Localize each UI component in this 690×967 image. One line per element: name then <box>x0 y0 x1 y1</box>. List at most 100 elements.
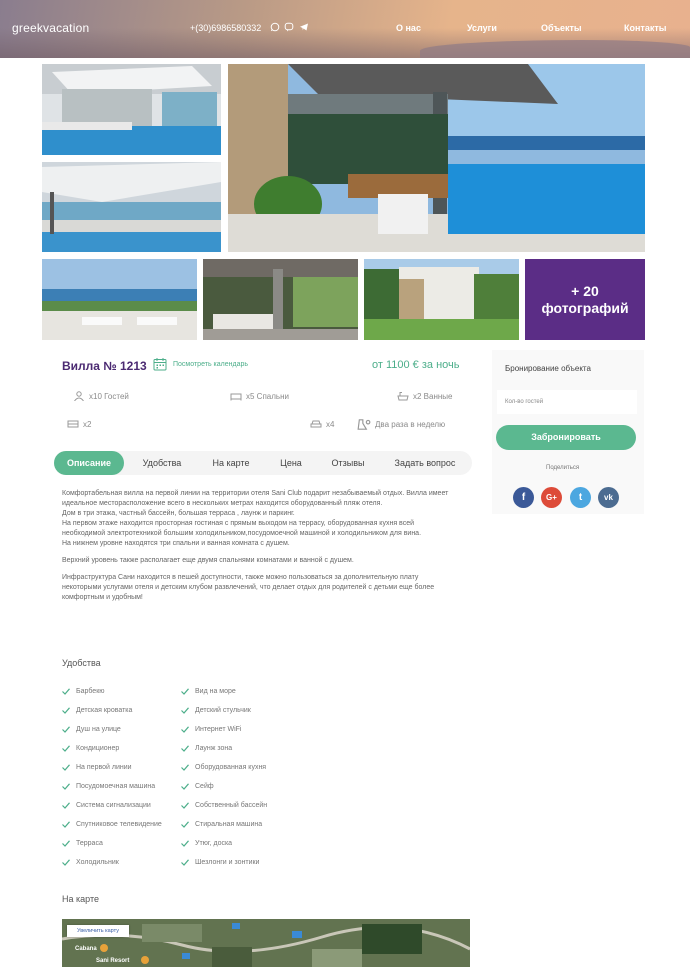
amenity-label: Стиральная машина <box>195 821 263 828</box>
amenity-label: Собственный бассейн <box>195 802 268 809</box>
tab-amenities[interactable]: Удобства <box>136 451 188 475</box>
check-icon <box>181 688 189 695</box>
tab-ask-question[interactable]: Задать вопрос <box>388 451 462 475</box>
amenity-label: Вид на море <box>195 688 236 695</box>
amenity-label: Детская кроватка <box>76 707 133 714</box>
feature-beds: x2 <box>67 419 91 429</box>
nav-objects[interactable]: Объекты <box>541 23 582 33</box>
amenity-item: Детская кроватка <box>62 707 132 714</box>
tab-price[interactable]: Цена <box>273 451 309 475</box>
check-icon <box>62 688 70 695</box>
amenities-title: Удобства <box>62 658 101 668</box>
car-icon <box>310 420 322 428</box>
nav-services[interactable]: Услуги <box>467 23 497 33</box>
description-line: Дом в три этажа, частный бассейн, больша… <box>62 510 295 517</box>
check-icon <box>62 783 70 790</box>
site-header <box>0 0 690 58</box>
listing-title: Вилла № 1213 <box>62 359 147 373</box>
amenity-label: Утюг, доска <box>195 840 233 847</box>
description-line: некоторыми услугами отеля и детским клуб… <box>62 584 435 591</box>
feature-guests-label: x10 Гостей <box>89 391 129 401</box>
calendar-link[interactable]: Посмотреть календарь <box>173 361 248 368</box>
cleaning-icon <box>357 419 371 430</box>
check-icon <box>62 745 70 752</box>
guests-input[interactable]: Кол-во гостей <box>497 390 637 414</box>
amenity-item: Барбекю <box>62 688 105 695</box>
gallery-photo-main[interactable] <box>228 64 645 252</box>
amenity-item: Оборудованная кухня <box>181 764 266 771</box>
amenity-item: Вид на море <box>181 688 236 695</box>
vk-icon[interactable]: vk <box>598 487 619 508</box>
amenity-label: Оборудованная кухня <box>195 764 267 771</box>
price-label: от 1100 € за ночь <box>372 359 460 371</box>
gallery-photo-2[interactable] <box>42 162 221 252</box>
viber-icon[interactable] <box>284 22 294 32</box>
feature-bedrooms: x5 Спальни <box>230 391 289 401</box>
map-pin-icon[interactable] <box>100 944 108 952</box>
gallery-photo-1[interactable] <box>42 64 221 155</box>
description-paragraph-1: Комфортабельная вилла на первой линии на… <box>62 489 474 549</box>
header-hill <box>420 40 690 58</box>
amenity-item: Детский стульчик <box>181 707 251 714</box>
more-photos-tile[interactable]: + 20 фотографий <box>525 259 645 340</box>
amenity-label: Интернет WiFi <box>195 726 242 733</box>
feature-beds-label: x2 <box>83 419 92 429</box>
check-icon <box>181 859 189 866</box>
check-icon <box>181 802 189 809</box>
amenity-item: Шезлонги и зонтики <box>181 859 259 866</box>
bed-icon <box>230 393 242 401</box>
check-icon <box>62 707 70 714</box>
feature-bathrooms: x2 Ванные <box>397 391 453 401</box>
check-icon <box>181 764 189 771</box>
nav-about[interactable]: О нас <box>396 23 421 33</box>
amenity-label: Холодильник <box>76 859 119 866</box>
feature-bathrooms-label: x2 Ванные <box>413 391 453 401</box>
google-plus-icon[interactable]: G+ <box>541 487 562 508</box>
amenity-label: Барбекю <box>76 688 105 695</box>
amenity-label: Детский стульчик <box>195 707 251 714</box>
more-photos-label: фотографий <box>541 300 629 316</box>
check-icon <box>181 707 189 714</box>
amenity-item: Утюг, доска <box>181 840 232 847</box>
check-icon <box>181 840 189 847</box>
amenity-item: Спутниковое телевидение <box>62 821 162 828</box>
tab-reviews[interactable]: Отзывы <box>325 451 371 475</box>
tab-map[interactable]: На карте <box>205 451 257 475</box>
gallery-photo-5[interactable] <box>364 259 519 340</box>
amenity-item: Душ на улице <box>62 726 121 733</box>
feature-parking-label: x4 <box>326 419 335 429</box>
amenity-item: Система сигнализации <box>62 802 151 809</box>
telegram-icon[interactable] <box>299 22 309 32</box>
calendar-icon[interactable] <box>153 357 167 371</box>
check-icon <box>181 745 189 752</box>
whatsapp-icon[interactable] <box>270 22 280 32</box>
double-bed-icon <box>67 420 79 428</box>
enlarge-map-button[interactable]: Увеличить карту <box>67 925 129 937</box>
twitter-icon[interactable]: t <box>570 487 591 508</box>
gallery-photo-3[interactable] <box>42 259 197 340</box>
feature-cleaning-label: Два раза в неделю <box>375 420 446 429</box>
amenity-item: Посудомоечная машина <box>62 783 155 790</box>
bathtub-icon <box>397 392 409 401</box>
amenity-label: Сейф <box>195 783 214 790</box>
phone-link[interactable]: +(30)6986580332 <box>190 23 261 33</box>
amenity-label: На первой линии <box>76 764 132 771</box>
description-line: идеальное месторасположение всего в неск… <box>62 500 383 507</box>
check-icon <box>62 821 70 828</box>
book-button[interactable]: Забронировать <box>496 425 636 450</box>
facebook-icon[interactable]: f <box>513 487 534 508</box>
gallery-photo-4[interactable] <box>203 259 358 340</box>
amenity-item: Холодильник <box>62 859 119 866</box>
amenity-label: Кондиционер <box>76 745 120 752</box>
site-logo[interactable]: greekvacation <box>12 21 89 35</box>
amenity-item: Интернет WiFi <box>181 726 241 733</box>
amenity-item: На первой линии <box>62 764 132 771</box>
description-paragraph-2: Верхний уровень также располагает еще дв… <box>62 557 354 564</box>
tab-description[interactable]: Описание <box>54 451 124 475</box>
map-pin-icon[interactable] <box>141 956 149 964</box>
map-label-resort: Sani Resort <box>96 958 130 964</box>
map-title: На карте <box>62 894 99 904</box>
feature-bedrooms-label: x5 Спальни <box>246 391 289 401</box>
amenity-item: Кондиционер <box>62 745 119 752</box>
nav-contacts[interactable]: Контакты <box>624 23 666 33</box>
